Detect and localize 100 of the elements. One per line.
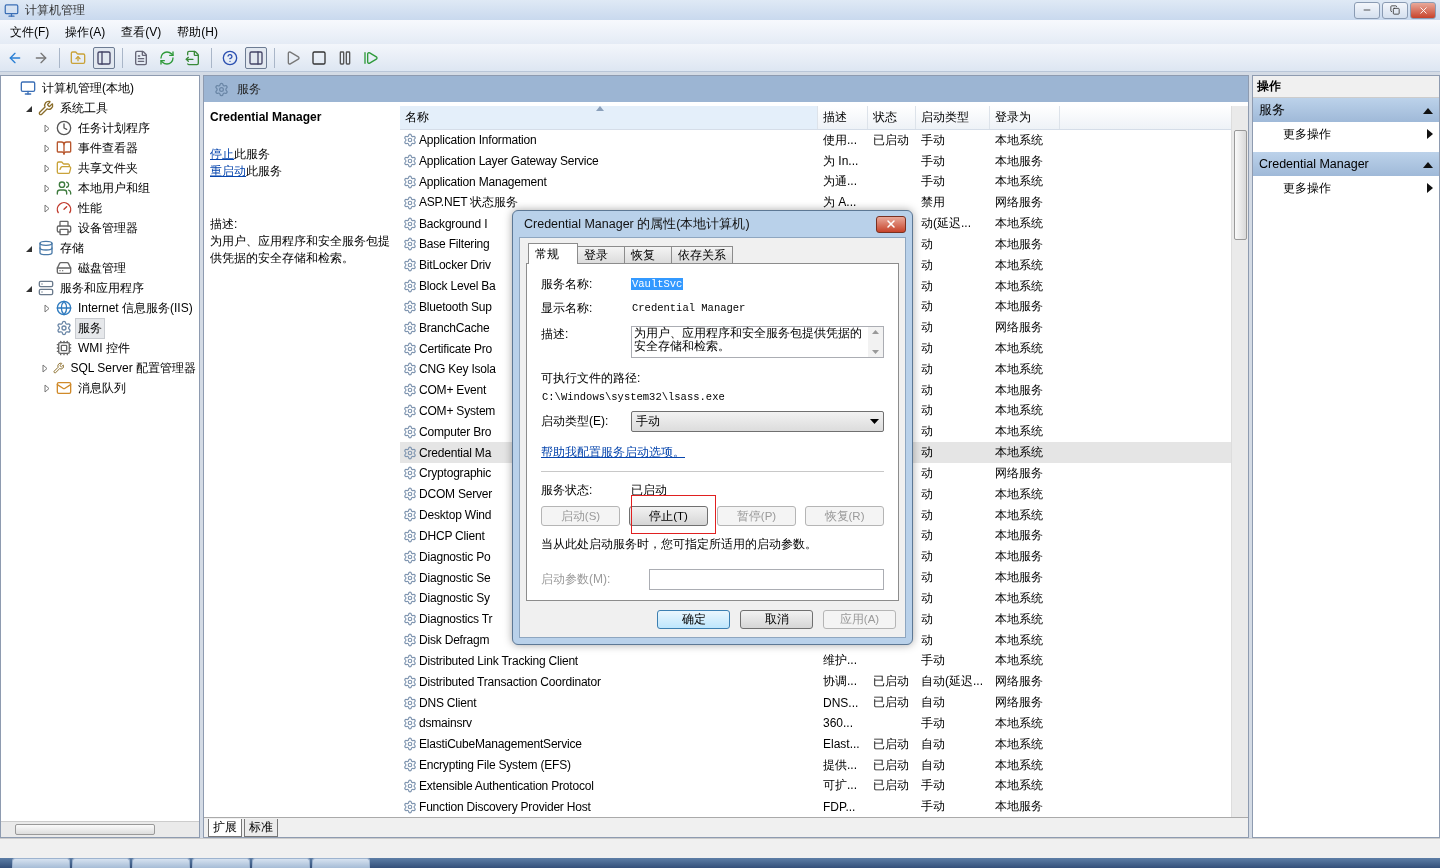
table-cell: 维护... bbox=[823, 653, 857, 668]
table-cell: 自动 bbox=[921, 736, 945, 751]
table-cell: 本地服务 bbox=[995, 236, 1043, 251]
table-cell: 本地系统 bbox=[995, 403, 1043, 418]
table-cell: 已启动 bbox=[873, 674, 909, 689]
table-cell: Disk Defragm bbox=[419, 633, 490, 648]
table-cell: 手动 bbox=[921, 153, 945, 168]
table-cell: 本地系统 bbox=[995, 174, 1043, 189]
table-cell: Bluetooth Sup bbox=[419, 299, 492, 314]
table-cell: 手动 bbox=[921, 653, 945, 668]
status-value: 已启动 bbox=[631, 481, 668, 499]
table-cell: BitLocker Driv bbox=[419, 258, 491, 273]
table-cell: 已启动 bbox=[873, 132, 909, 147]
table-cell: 动 bbox=[921, 341, 933, 355]
table-cell: 手动 bbox=[921, 132, 945, 147]
table-cell: 手动 bbox=[921, 799, 945, 814]
table-cell: 本地服务 bbox=[995, 549, 1043, 564]
table-cell: DCOM Server bbox=[419, 487, 493, 502]
table-cell: 本地系统 bbox=[995, 341, 1043, 355]
service-action-text: 重启动此服务 bbox=[210, 163, 283, 180]
table-cell: 本地系统 bbox=[995, 486, 1043, 501]
table-cell: 本地服务 bbox=[995, 528, 1043, 543]
table-cell: DNS Client bbox=[419, 695, 477, 710]
description-text: 为用户、应用程序和安全服务包提供凭据的安全存储和检索。 bbox=[210, 233, 391, 267]
table-cell: 自动(延迟... bbox=[921, 674, 983, 689]
table-cell: 协调... bbox=[823, 674, 857, 689]
table-cell: 为通... bbox=[823, 174, 857, 189]
panel-title: 服务 bbox=[237, 80, 261, 98]
table-cell: ElastiCubeManagementService bbox=[419, 737, 582, 752]
table-cell: COM+ Event bbox=[419, 383, 487, 398]
table-cell: Application Information bbox=[419, 133, 537, 148]
table-cell: 本地系统 bbox=[995, 216, 1043, 231]
table-cell: 已启动 bbox=[873, 736, 909, 751]
path-value: C:\Windows\system32\lsass.exe bbox=[541, 391, 726, 403]
table-cell: BranchCache bbox=[419, 320, 490, 335]
table-cell: 本地服务 bbox=[995, 570, 1043, 585]
table-cell: 动 bbox=[921, 445, 933, 460]
table-cell: 动 bbox=[921, 299, 933, 314]
table-cell: 手动 bbox=[921, 715, 945, 730]
hint-text: 当从此处启动服务时，您可指定所适用的启动参数。 bbox=[541, 536, 818, 553]
table-cell: 动 bbox=[921, 486, 933, 501]
table-cell: 手动 bbox=[921, 174, 945, 189]
table-cell: 本地系统 bbox=[995, 257, 1043, 272]
table-cell: dsmainsrv bbox=[419, 716, 472, 731]
service-action-text: 停止此服务 bbox=[210, 146, 271, 163]
table-cell: Desktop Wind bbox=[419, 508, 492, 523]
table-cell: 动 bbox=[921, 320, 933, 335]
table-cell: Distributed Transaction Coordinator bbox=[419, 674, 601, 689]
table-cell: 动 bbox=[921, 382, 933, 397]
table-cell: 已启动 bbox=[873, 695, 909, 710]
table-cell: 本地服务 bbox=[995, 299, 1043, 314]
table-cell: ASP.NET 状态服务 bbox=[419, 194, 518, 212]
table-cell: Diagnostics Tr bbox=[419, 612, 493, 627]
table-cell: 本地系统 bbox=[995, 424, 1043, 439]
table-cell: 已启动 bbox=[873, 757, 909, 772]
table-cell: Function Discovery Provider Host bbox=[419, 799, 591, 814]
table-cell: 本地系统 bbox=[995, 507, 1043, 522]
service-title: Credential Manager bbox=[210, 110, 323, 124]
table-cell: 本地系统 bbox=[995, 278, 1043, 293]
table-cell: 动(延迟... bbox=[921, 216, 971, 231]
table-cell: 本地服务 bbox=[995, 153, 1043, 168]
table-cell: 网络服务 bbox=[995, 674, 1043, 689]
table-cell: DHCP Client bbox=[419, 528, 485, 543]
table-cell: Extensible Authentication Protocol bbox=[419, 778, 594, 793]
field-label: 启动类型(E): bbox=[541, 413, 610, 430]
table-cell: 本地系统 bbox=[995, 715, 1043, 730]
table-cell: Computer Bro bbox=[419, 424, 492, 439]
table-cell: 网络服务 bbox=[995, 695, 1043, 710]
actions-title: 操作 bbox=[1253, 76, 1439, 98]
field-label: 显示名称: bbox=[541, 299, 594, 317]
table-cell: Diagnostic Se bbox=[419, 570, 491, 585]
table-cell: 提供... bbox=[823, 757, 857, 772]
table-cell: 动 bbox=[921, 278, 933, 293]
window-title: 计算机管理 bbox=[25, 1, 86, 19]
table-cell: FDP... bbox=[823, 799, 856, 814]
table-cell: 动 bbox=[921, 507, 933, 522]
table-cell: 为 In... bbox=[823, 153, 859, 168]
table-cell: 动 bbox=[921, 257, 933, 272]
field-label: 服务状态: bbox=[541, 481, 594, 499]
table-cell: 本地服务 bbox=[995, 799, 1043, 814]
table-cell: 禁用 bbox=[921, 195, 945, 210]
field-label: 可执行文件的路径: bbox=[541, 370, 642, 387]
table-cell: 可扩... bbox=[823, 778, 857, 793]
table-cell: 动 bbox=[921, 549, 933, 564]
table-cell: 本地系统 bbox=[995, 611, 1043, 626]
table-cell: 本地系统 bbox=[995, 590, 1043, 605]
table-cell: 为 A... bbox=[823, 195, 857, 210]
table-cell: Elast... bbox=[823, 737, 860, 752]
table-cell: Distributed Link Tracking Client bbox=[419, 653, 578, 668]
table-cell: 动 bbox=[921, 424, 933, 439]
table-cell: 动 bbox=[921, 632, 933, 647]
table-cell: 本地系统 bbox=[995, 736, 1043, 751]
table-cell: Background I bbox=[419, 216, 488, 231]
display-name-value: Credential Manager bbox=[631, 302, 747, 314]
table-cell: 已启动 bbox=[873, 778, 909, 793]
table-cell: 动 bbox=[921, 590, 933, 605]
table-cell: Base Filtering bbox=[419, 237, 490, 252]
table-cell: Cryptographic bbox=[419, 466, 492, 481]
table-cell: 本地系统 bbox=[995, 445, 1043, 460]
dialog-title: Credential Manager 的属性(本地计算机) bbox=[524, 215, 750, 233]
